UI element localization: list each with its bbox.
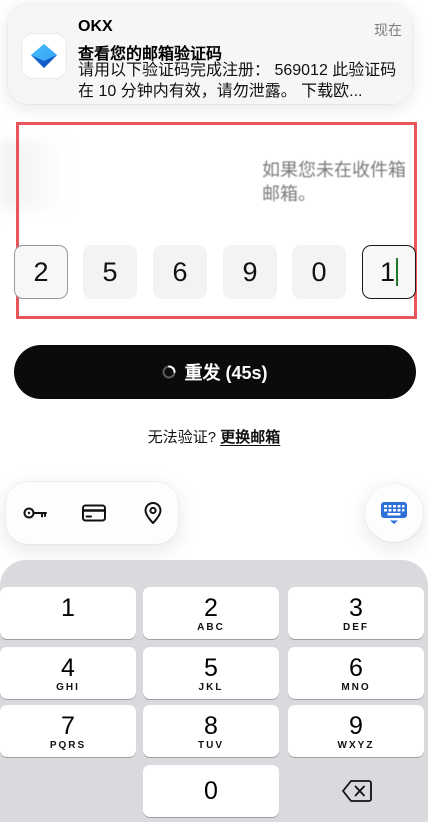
key-7-number: 7 — [61, 712, 75, 740]
keyboard-icon — [381, 502, 407, 524]
backspace-icon — [342, 780, 372, 802]
key-4-number: 4 — [61, 654, 75, 682]
resend-button[interactable]: 重发 (45s) — [14, 345, 416, 399]
key-7-letters: PQRS — [49, 740, 87, 751]
app-icon — [22, 34, 66, 78]
key-6-letters: MNO — [341, 682, 371, 693]
key-icon[interactable] — [22, 501, 48, 525]
otp-digit-2[interactable]: 5 — [83, 245, 137, 299]
keyboard-toggle-button[interactable] — [365, 484, 423, 542]
credit-card-icon[interactable] — [81, 501, 107, 525]
key-1[interactable]: 1 — [0, 587, 136, 639]
key-9-number: 9 — [349, 712, 363, 740]
key-2[interactable]: 2 ABC — [143, 587, 279, 639]
otp-digit-6-value: 1 — [379, 256, 396, 287]
otp-digit-3[interactable]: 6 — [153, 245, 207, 299]
key-6[interactable]: 6 MNO — [288, 647, 424, 699]
notification-body: 请用以下验证码完成注册： 569012 此验证码在 10 分钟内有效，请勿泄露。… — [78, 62, 397, 100]
key-3-letters: DEF — [343, 622, 369, 633]
key-8-number: 8 — [204, 712, 218, 740]
key-3[interactable]: 3 DEF — [288, 587, 424, 639]
key-5[interactable]: 5 JKL — [143, 647, 279, 699]
numeric-keypad: 1 2 ABC 3 DEF 4 GHI 5 JKL 6 MNO 7 PQRS 8… — [0, 560, 428, 822]
location-pin-icon[interactable] — [140, 501, 166, 525]
otp-digit-5-value: 0 — [311, 256, 327, 287]
key-4[interactable]: 4 GHI — [0, 647, 136, 699]
otp-input-row[interactable]: 2 5 6 9 0 1 — [14, 245, 416, 301]
key-7[interactable]: 7 PQRS — [0, 705, 136, 757]
key-2-letters: ABC — [197, 622, 225, 633]
autofill-bar — [6, 482, 178, 544]
loading-spinner-icon — [162, 365, 176, 379]
otp-digit-2-value: 5 — [102, 256, 118, 287]
key-0[interactable]: 0 — [143, 765, 279, 817]
otp-digit-5[interactable]: 0 — [292, 245, 346, 299]
text-cursor — [396, 258, 399, 286]
backspace-key[interactable] — [288, 765, 424, 817]
otp-digit-6[interactable]: 1 — [362, 245, 416, 299]
mail-app-icon — [31, 44, 57, 68]
key-0-number: 0 — [204, 777, 218, 805]
otp-digit-1-value: 2 — [33, 256, 49, 287]
otp-digit-4-value: 9 — [242, 256, 258, 287]
key-3-number: 3 — [349, 594, 363, 622]
cant-verify-text: 无法验证? — [147, 429, 217, 446]
key-9-letters: WXYZ — [337, 740, 375, 751]
key-4-letters: GHI — [56, 682, 80, 693]
notification-time: 现在 — [374, 22, 402, 38]
resend-button-label: 重发 (45s) — [184, 363, 268, 383]
notification-app-name: OKX — [78, 18, 113, 35]
change-email-link[interactable]: 更换邮箱 — [220, 429, 280, 446]
key-9[interactable]: 9 WXYZ — [288, 705, 424, 757]
otp-digit-3-value: 6 — [172, 256, 188, 287]
cant-verify-row: 无法验证? 更换邮箱 — [0, 426, 428, 447]
key-8[interactable]: 8 TUV — [143, 705, 279, 757]
notification-banner[interactable]: OKX 现在 查看您的邮箱验证码 请用以下验证码完成注册： 569012 此验证… — [8, 4, 412, 104]
key-5-number: 5 — [204, 654, 218, 682]
key-5-letters: JKL — [198, 682, 224, 693]
key-6-number: 6 — [349, 654, 363, 682]
otp-digit-4[interactable]: 9 — [223, 245, 277, 299]
otp-digit-1[interactable]: 2 — [14, 245, 68, 299]
key-2-number: 2 — [204, 594, 218, 622]
key-1-number: 1 — [61, 594, 75, 622]
key-8-letters: TUV — [198, 740, 224, 751]
